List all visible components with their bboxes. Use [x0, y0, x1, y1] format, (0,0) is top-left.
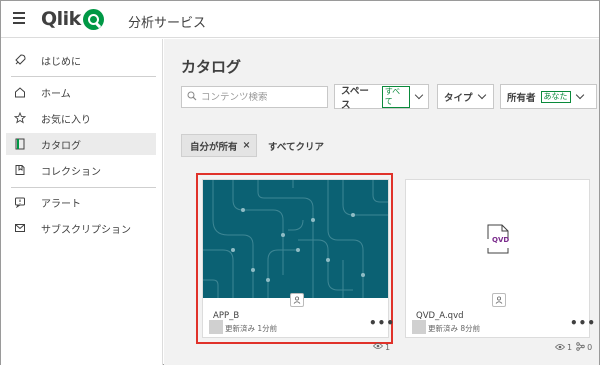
chevron-down-icon — [414, 90, 424, 100]
rocket-icon — [14, 54, 26, 66]
card-stats: 1 — [371, 342, 390, 352]
sidebar-item-favorites[interactable]: お気に入り — [6, 107, 156, 129]
filter-badge: あなた — [540, 90, 571, 103]
eye-icon — [372, 342, 384, 352]
clear-all-button[interactable]: すべてクリア — [268, 139, 324, 153]
catalog-card-qvd[interactable]: QVD QVD_A.qvd 更新済み 8分前 ••• — [405, 179, 595, 338]
card-updated-text: 更新済み 8分前 — [428, 324, 481, 333]
chevron-down-icon — [575, 90, 584, 100]
sidebar-divider — [11, 187, 156, 188]
search-icon — [187, 91, 197, 104]
owner-icon — [492, 293, 506, 307]
app-title: 分析サービス — [128, 16, 207, 31]
more-options-button[interactable]: ••• — [570, 316, 596, 330]
sidebar-item-label: サブスクリプション — [41, 224, 131, 236]
sidebar: はじめに ホーム お気に入り カタログ コレクション アラート サブスクリプショ… — [1, 39, 163, 365]
qvd-thumbnail: QVD — [406, 180, 589, 298]
qvd-file-label: QVD — [492, 236, 510, 244]
card-updated-text: 更新済み 1分前 — [225, 324, 278, 333]
home-icon — [14, 86, 26, 98]
filter-label: 所有者 — [507, 92, 536, 104]
sidebar-item-alerts[interactable]: アラート — [6, 191, 156, 213]
page-title: カタログ — [181, 58, 242, 76]
lineage-icon — [576, 342, 585, 353]
collection-icon — [14, 164, 26, 176]
star-icon — [14, 112, 26, 124]
sidebar-item-subscriptions[interactable]: サブスクリプション — [6, 217, 156, 239]
filter-label: スペース — [341, 85, 369, 111]
owner-icon — [290, 293, 304, 307]
view-count: 1 — [567, 343, 573, 352]
filter-badge: すべて — [381, 85, 411, 108]
close-icon[interactable]: × — [243, 140, 251, 151]
sidebar-item-label: はじめに — [41, 56, 81, 68]
sidebar-item-home[interactable]: ホーム — [6, 81, 156, 103]
search-box[interactable] — [181, 86, 328, 108]
qlik-logo[interactable]: Qlik — [41, 7, 104, 31]
filter-space-dropdown[interactable]: スペース すべて — [334, 84, 429, 111]
lineage-count: 0 — [587, 343, 593, 352]
sidebar-item-getting-started[interactable]: はじめに — [6, 49, 156, 71]
mail-icon — [14, 222, 26, 234]
sidebar-item-label: お気に入り — [41, 114, 91, 126]
app-thumbnail — [203, 180, 388, 298]
sidebar-item-collections[interactable]: コレクション — [6, 159, 156, 181]
avatar — [412, 320, 426, 334]
logo-q-mark-icon — [82, 8, 104, 30]
catalog-card-app[interactable]: APP_B 更新済み 1分前 ••• — [202, 179, 394, 338]
chip-label: 自分が所有 — [190, 141, 238, 153]
sidebar-item-catalog[interactable]: カタログ — [6, 133, 156, 155]
sidebar-item-label: ホーム — [41, 88, 71, 100]
avatar — [209, 320, 223, 334]
more-options-button[interactable]: ••• — [369, 316, 395, 330]
main-content: カタログ スペース すべて タイプ 所有者 あなた 自分が所有 × すべてクリア — [164, 39, 599, 365]
hamburger-menu-icon[interactable] — [13, 12, 25, 24]
card-stats: 1 0 — [553, 342, 592, 353]
sidebar-item-label: カタログ — [41, 140, 81, 152]
logo-text: Qlik — [41, 8, 81, 30]
eye-icon — [554, 343, 566, 353]
chevron-down-icon — [477, 90, 486, 100]
sidebar-item-label: アラート — [41, 198, 81, 210]
filter-type-dropdown[interactable]: タイプ — [437, 84, 494, 109]
search-input[interactable] — [201, 91, 321, 103]
owner-filter-chip: 自分が所有 × — [181, 134, 258, 157]
top-header: Qlik 分析サービス — [1, 1, 599, 38]
catalog-icon — [14, 138, 26, 150]
sidebar-item-label: コレクション — [41, 166, 101, 178]
view-count: 1 — [385, 342, 391, 352]
filter-label: タイプ — [444, 92, 473, 104]
filter-owner-dropdown[interactable]: 所有者 あなた — [500, 84, 597, 109]
alert-icon — [14, 196, 26, 208]
sidebar-divider — [11, 76, 156, 77]
